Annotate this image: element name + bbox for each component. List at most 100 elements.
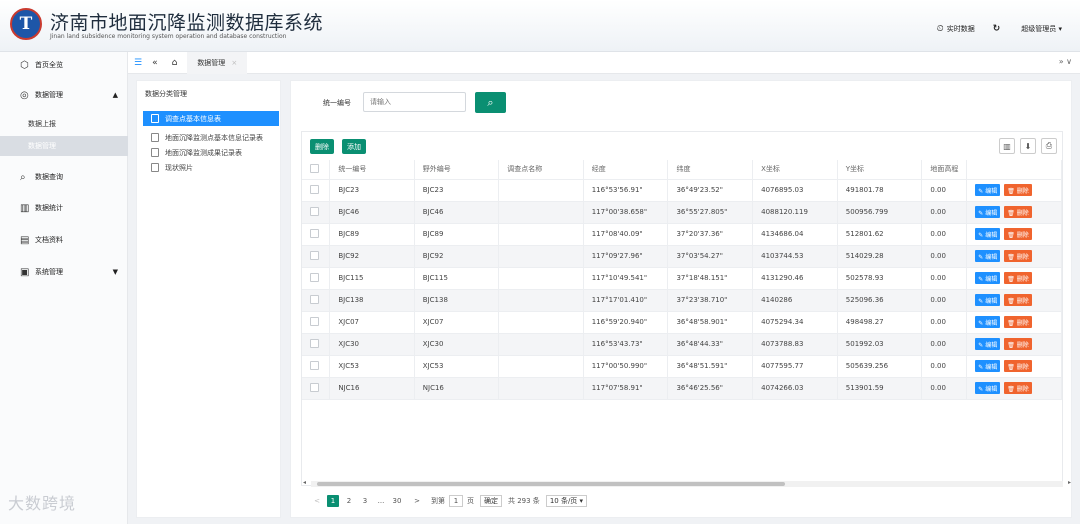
edit-button[interactable]: ✎ 编辑 bbox=[975, 294, 1001, 306]
sidebar-item-data-stats[interactable]: ▥ 数据统计 bbox=[0, 197, 128, 219]
sidebar-subitem-data-report[interactable]: 数据上报 bbox=[0, 114, 128, 134]
edit-button[interactable]: ✎ 编辑 bbox=[975, 382, 1001, 394]
scroll-right-icon[interactable]: ▸ bbox=[1068, 479, 1071, 486]
scroll-left-icon[interactable]: ◂ bbox=[303, 479, 306, 486]
checkbox[interactable] bbox=[310, 382, 319, 392]
sidebar-item-data-query[interactable]: ⌕ 数据查询 bbox=[0, 166, 128, 188]
tree-item-monitor-results[interactable]: 地面沉降监测成果记录表 bbox=[143, 145, 279, 160]
sidebar-item-data-management[interactable]: ◎ 数据管理 ▲ bbox=[0, 84, 128, 106]
user-menu[interactable]: 超级管理员 ▾ bbox=[1021, 24, 1062, 34]
checkbox[interactable] bbox=[310, 338, 319, 348]
sidebar-label: 数据统计 bbox=[35, 204, 63, 212]
menu-toggle-icon[interactable]: ☰ bbox=[134, 58, 142, 68]
delete-button[interactable]: 🗑 删除 bbox=[1004, 206, 1032, 218]
checkbox[interactable] bbox=[310, 360, 319, 370]
back-icon[interactable]: « bbox=[152, 58, 158, 68]
row-select-cell[interactable] bbox=[302, 311, 331, 334]
edit-button[interactable]: ✎ 编辑 bbox=[975, 250, 1001, 262]
prev-page-button[interactable]: < bbox=[311, 495, 323, 507]
search-input[interactable] bbox=[363, 92, 466, 112]
table-cell: 502578.93 bbox=[837, 267, 923, 290]
checkbox[interactable] bbox=[310, 316, 319, 326]
page-button[interactable]: 3 bbox=[359, 495, 371, 507]
row-select-cell[interactable] bbox=[302, 355, 331, 378]
tree-item-monitor-points[interactable]: 地面沉降监测点基本信息记录表 bbox=[143, 130, 279, 145]
checkbox[interactable] bbox=[310, 163, 319, 173]
columns-icon[interactable]: ▥ bbox=[999, 138, 1015, 154]
table-row[interactable]: BJC46 BJC46 117°00'38.658" 36°55'27.805" 408… bbox=[302, 201, 1062, 224]
page-button[interactable]: 1 bbox=[327, 495, 339, 507]
delete-button[interactable]: 🗑 删除 bbox=[1004, 228, 1032, 240]
checkbox[interactable] bbox=[310, 272, 319, 282]
checkbox[interactable] bbox=[310, 228, 319, 238]
home-tab-icon[interactable]: ⌂ bbox=[172, 58, 178, 68]
table-row[interactable]: BJC138 BJC138 117°17'01.410" 37°23'38.710" 4… bbox=[302, 289, 1062, 312]
edit-button[interactable]: ✎ 编辑 bbox=[975, 206, 1001, 218]
edit-button[interactable]: ✎ 编辑 bbox=[975, 228, 1001, 240]
tree-item-photos[interactable]: 现状照片 bbox=[143, 160, 279, 175]
edit-button[interactable]: ✎ 编辑 bbox=[975, 360, 1001, 372]
data-table: 统一编号 野外编号 调查点名称 经度 纬度 X坐标 Y坐标 地面高程 BJC23… bbox=[302, 160, 1062, 400]
table-cell: 0.00 bbox=[921, 179, 968, 202]
edit-button[interactable]: ✎ 编辑 bbox=[975, 272, 1001, 284]
page-button[interactable]: 30 bbox=[391, 495, 403, 507]
batch-delete-button[interactable]: 删除 bbox=[310, 139, 334, 154]
table-row[interactable]: XJC53 XJC53 117°00'50.990" 36°48'51.591" 407… bbox=[302, 355, 1062, 378]
tree-item-survey-points[interactable]: 调查点基本信息表 bbox=[143, 111, 279, 126]
edit-button[interactable]: ✎ 编辑 bbox=[975, 316, 1001, 328]
export-icon[interactable]: ⬇ bbox=[1020, 138, 1036, 154]
row-select-cell[interactable] bbox=[302, 201, 331, 224]
checkbox[interactable] bbox=[310, 206, 319, 216]
realtime-data-link[interactable]: ⏲ 实时数据 bbox=[937, 24, 975, 34]
refresh-button[interactable]: ↻ bbox=[993, 24, 1004, 34]
table-row[interactable]: NJC16 NJC16 117°07'58.91" 36°46'25.56" 40742… bbox=[302, 377, 1062, 400]
table-row[interactable]: BJC92 BJC92 117°09'27.96" 37°03'54.27" 41037… bbox=[302, 245, 1062, 268]
sidebar-item-home[interactable]: ⬡ 首页全览 bbox=[0, 54, 128, 76]
table-row[interactable]: BJC23 BJC23 116°53'56.91" 36°49'23.52" 40768… bbox=[302, 179, 1062, 202]
row-select-cell[interactable] bbox=[302, 289, 331, 312]
row-select-cell[interactable] bbox=[302, 333, 331, 356]
row-select-cell[interactable] bbox=[302, 245, 331, 268]
table-row[interactable]: XJC07 XJC07 116°59'20.940" 36°48'58.901" 407… bbox=[302, 311, 1062, 334]
delete-button[interactable]: 🗑 删除 bbox=[1004, 184, 1032, 196]
row-select-cell[interactable] bbox=[302, 179, 331, 202]
sidebar-subitem-data-manage[interactable]: 数据管理 bbox=[0, 136, 128, 156]
scrollbar-thumb[interactable] bbox=[317, 482, 785, 486]
app-subtitle: Jinan land subsidence monitoring system … bbox=[50, 33, 287, 40]
sidebar-item-documents[interactable]: ▤ 文档资料 bbox=[0, 229, 128, 251]
delete-button[interactable]: 🗑 删除 bbox=[1004, 272, 1032, 284]
sidebar-item-system[interactable]: ▣ 系统管理 ▼ bbox=[0, 261, 128, 283]
delete-button[interactable]: 🗑 删除 bbox=[1004, 360, 1032, 372]
next-page-button[interactable]: > bbox=[411, 495, 423, 507]
edit-button[interactable]: ✎ 编辑 bbox=[975, 184, 1001, 196]
row-actions: ✎ 编辑 🗑 删除 bbox=[966, 311, 1062, 334]
search-button[interactable]: ⌕ bbox=[475, 92, 506, 113]
delete-button[interactable]: 🗑 删除 bbox=[1004, 338, 1032, 350]
delete-button[interactable]: 🗑 删除 bbox=[1004, 382, 1032, 394]
tab-nav-icon[interactable]: » ∨ bbox=[1059, 57, 1072, 66]
edit-button[interactable]: ✎ 编辑 bbox=[975, 338, 1001, 350]
horizontal-scrollbar[interactable]: ◂ ▸ bbox=[303, 479, 1071, 487]
goto-confirm-button[interactable]: 确定 bbox=[480, 495, 502, 507]
add-button[interactable]: 添加 bbox=[342, 139, 366, 154]
page-button[interactable]: 2 bbox=[343, 495, 355, 507]
table-row[interactable]: XJC30 XJC30 116°53'43.73" 36°48'44.33" 40737… bbox=[302, 333, 1062, 356]
checkbox[interactable] bbox=[310, 294, 319, 304]
table-row[interactable]: BJC115 BJC115 117°10'49.541" 37°18'48.151" 4… bbox=[302, 267, 1062, 290]
table-row[interactable]: BJC89 BJC89 117°08'40.09" 37°20'37.36" 41346… bbox=[302, 223, 1062, 246]
tree-label: 地面沉降监测成果记录表 bbox=[165, 148, 242, 157]
row-select-cell[interactable] bbox=[302, 377, 331, 400]
delete-button[interactable]: 🗑 删除 bbox=[1004, 294, 1032, 306]
page-size-select[interactable]: 10 条/页 ▾ bbox=[545, 495, 588, 507]
print-icon[interactable]: ⎙ bbox=[1041, 138, 1057, 154]
delete-button[interactable]: 🗑 删除 bbox=[1004, 316, 1032, 328]
delete-button[interactable]: 🗑 删除 bbox=[1004, 250, 1032, 262]
checkbox[interactable] bbox=[310, 250, 319, 260]
row-select-cell[interactable] bbox=[302, 223, 331, 246]
row-select-cell[interactable] bbox=[302, 267, 331, 290]
checkbox[interactable] bbox=[310, 184, 319, 194]
goto-page-input[interactable]: 1 bbox=[449, 495, 463, 507]
select-all-cell[interactable] bbox=[302, 160, 331, 180]
close-icon[interactable]: × bbox=[231, 59, 237, 67]
tab-data-management[interactable]: 数据管理 × bbox=[187, 51, 248, 74]
